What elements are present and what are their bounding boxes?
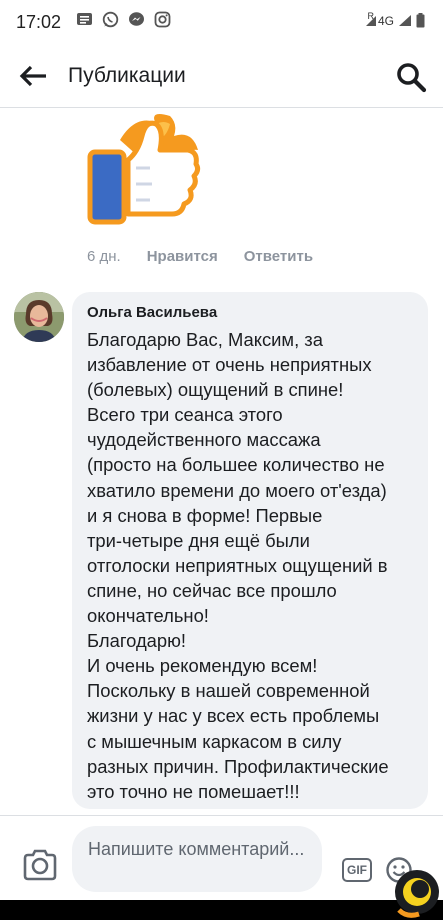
comment-time: 6 дн. [87, 248, 121, 265]
app-bar: Публикации [0, 44, 443, 108]
roaming-indicator: R [367, 10, 374, 21]
thumbs-up-fire-sticker [87, 114, 201, 225]
comment-text: Благодарю Вас, Максим, за избавление от … [87, 329, 389, 802]
messages-icon [77, 13, 92, 25]
avatar-photo [14, 292, 64, 342]
signal-icon [399, 15, 411, 26]
battery-icon [416, 13, 425, 28]
previous-comment-meta: 6 дн. Нравится Ответить [87, 248, 313, 265]
whatsapp-icon [102, 11, 119, 28]
instagram-icon [154, 11, 171, 28]
status-indicators: R 4G [365, 10, 425, 28]
gif-button[interactable]: GIF [342, 858, 372, 882]
network-type: 4G [377, 13, 394, 28]
comment-input[interactable]: Напишите комментарий... [72, 826, 322, 892]
status-bar: 17:02 R 4G [0, 0, 443, 44]
navigation-bar [0, 900, 443, 920]
reply-button[interactable]: Ответить [244, 248, 313, 265]
messenger-icon [129, 12, 144, 26]
comment-author[interactable]: Ольга Васильева [87, 304, 414, 321]
comment-bubble[interactable]: Ольга Васильева Благодарю Вас, Максим, з… [72, 292, 428, 809]
watermark-logo-icon [395, 870, 439, 918]
status-app-icons [76, 11, 171, 28]
like-button[interactable]: Нравится [147, 248, 218, 265]
avatar[interactable] [14, 292, 64, 342]
arrow-left-icon[interactable] [18, 61, 50, 91]
status-time: 17:02 [16, 12, 62, 32]
camera-icon[interactable] [22, 849, 58, 881]
search-icon[interactable] [395, 61, 427, 93]
page-title: Публикации [68, 64, 186, 87]
